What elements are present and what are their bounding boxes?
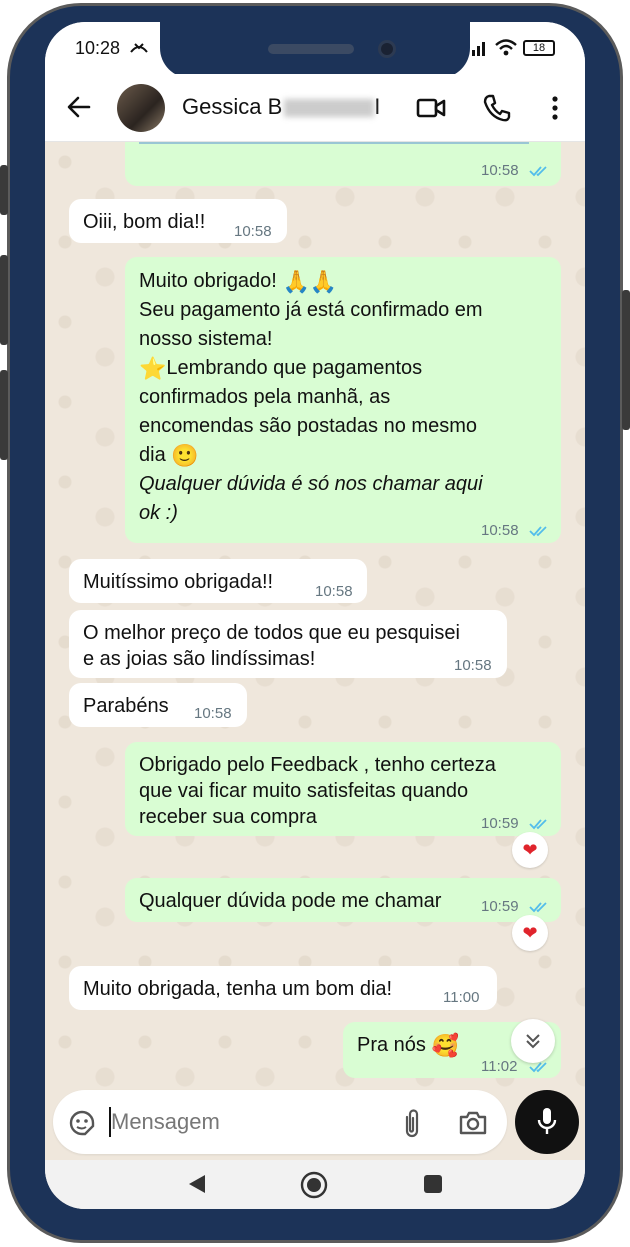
read-receipt-icon — [529, 526, 547, 537]
message-line: que vai ficar muito satisfeitas quando — [139, 780, 469, 802]
sticker-icon[interactable] — [67, 1108, 97, 1138]
chat-header: Gessica B I — [45, 74, 585, 142]
message-line: ⭐Lembrando que pagamentos — [139, 354, 547, 383]
scroll-to-bottom-button[interactable] — [511, 1019, 555, 1063]
message-text: dia — [139, 444, 166, 466]
attach-icon[interactable] — [401, 1107, 423, 1139]
star-emoji: ⭐ — [139, 355, 167, 381]
missed-call-icon — [130, 43, 148, 53]
voice-record-button[interactable] — [515, 1090, 579, 1154]
phone-side-button — [0, 370, 8, 460]
redacted-name — [284, 99, 375, 118]
contact-last-name-prefix: B — [267, 94, 283, 119]
back-arrow-icon[interactable] — [65, 93, 93, 121]
nav-back-icon[interactable] — [185, 1172, 209, 1196]
message-bubble-incoming[interactable]: O melhor preço de todos que eu pesquisei… — [69, 610, 507, 678]
message-line: encomendas são postadas no mesmo — [139, 415, 477, 437]
message-text: Oiii, bom dia!! — [83, 211, 206, 233]
message-line: nosso sistema! — [139, 328, 273, 350]
speaker-slot — [268, 44, 354, 54]
message-time: 10:59 — [481, 898, 519, 915]
status-time: 10:28 — [75, 38, 121, 58]
message-line: e as joias são lindíssimas! — [83, 648, 316, 670]
message-time: 10:58 — [481, 522, 519, 539]
message-time: 10:59 — [481, 815, 519, 832]
contact-name[interactable]: Gessica B I — [182, 94, 380, 120]
video-call-icon[interactable] — [415, 92, 447, 124]
chat-area[interactable]: 10:58 Oiii, bom dia!! 10:58 Muito obriga… — [45, 142, 585, 1087]
message-bubble-incoming[interactable]: Muito obrigada, tenha um bom dia! — [69, 966, 497, 1010]
wifi-icon — [495, 39, 517, 56]
heart-reaction-icon[interactable]: ❤ — [512, 832, 548, 868]
front-camera — [378, 40, 396, 58]
message-time: 10:58 — [234, 223, 272, 240]
contact-first-name: Gessica — [182, 94, 262, 119]
smile-emoji: 🙂 — [171, 442, 199, 468]
message-time: 10:58 — [315, 583, 353, 600]
message-text: Muito obrigado! — [139, 270, 277, 292]
message-text: Parabéns — [83, 695, 169, 717]
message-line: Obrigado pelo Feedback , tenho certeza — [139, 754, 496, 776]
camera-notch — [160, 22, 470, 78]
more-vert-icon[interactable] — [539, 92, 571, 124]
message-line: dia 🙂 — [139, 441, 547, 470]
double-chevron-down-icon — [526, 1034, 540, 1049]
message-line: O melhor preço de todos que eu pesquisei — [83, 622, 460, 644]
message-text: Lembrando que pagamentos — [166, 357, 423, 379]
message-time: 11:00 — [443, 989, 480, 1006]
message-time: 11:02 — [481, 1058, 518, 1075]
praying-hands-emoji: 🙏🙏 — [282, 268, 338, 294]
message-composer[interactable]: Mensagem — [53, 1090, 507, 1154]
message-line: Seu pagamento já está confirmado em — [139, 299, 483, 321]
battery-icon: 18 — [523, 40, 555, 56]
message-line: Muito obrigado! 🙏🙏 — [139, 267, 547, 296]
phone-side-button — [0, 255, 8, 345]
link-text-partial — [139, 142, 529, 144]
phone-call-icon[interactable] — [481, 92, 513, 124]
read-receipt-icon — [529, 166, 547, 177]
message-text: Muitíssimo obrigada!! — [83, 571, 274, 593]
heart-reaction-icon[interactable]: ❤ — [512, 915, 548, 951]
message-bubble-outgoing[interactable]: Muito obrigado! 🙏🙏 Seu pagamento já está… — [125, 257, 561, 543]
phone-screen: 10:28 18 Gessica BI 10:58 Oiii, bom dia!… — [45, 22, 585, 1209]
message-time: 10:58 — [454, 657, 492, 674]
phone-side-button — [0, 165, 8, 215]
read-receipt-icon — [529, 902, 547, 913]
nav-home-icon[interactable] — [299, 1170, 329, 1200]
message-text: Qualquer dúvida pode me chamar — [139, 890, 442, 912]
battery-level: 18 — [532, 42, 546, 54]
message-input[interactable]: Mensagem — [111, 1109, 220, 1135]
avatar[interactable] — [117, 84, 165, 132]
message-line: confirmados pela manhã, as — [139, 386, 391, 408]
nav-recents-icon[interactable] — [423, 1174, 443, 1194]
read-receipt-icon — [529, 819, 547, 830]
phone-side-button — [622, 290, 630, 430]
message-time: 10:58 — [194, 705, 232, 722]
contact-last-name-tail: I — [374, 94, 381, 119]
message-line-italic: Qualquer dúvida é só nos chamar aqui — [139, 473, 483, 495]
smiling-hearts-emoji: 🥰 — [431, 1032, 459, 1058]
message-text: Muito obrigada, tenha um bom dia! — [83, 978, 393, 1000]
microphone-icon — [537, 1108, 557, 1134]
system-nav-bar — [45, 1160, 585, 1209]
message-time: 10:58 — [481, 162, 519, 179]
message-text: Pra nós — [357, 1034, 426, 1056]
signal-icon — [472, 42, 485, 56]
camera-icon[interactable] — [457, 1108, 489, 1138]
